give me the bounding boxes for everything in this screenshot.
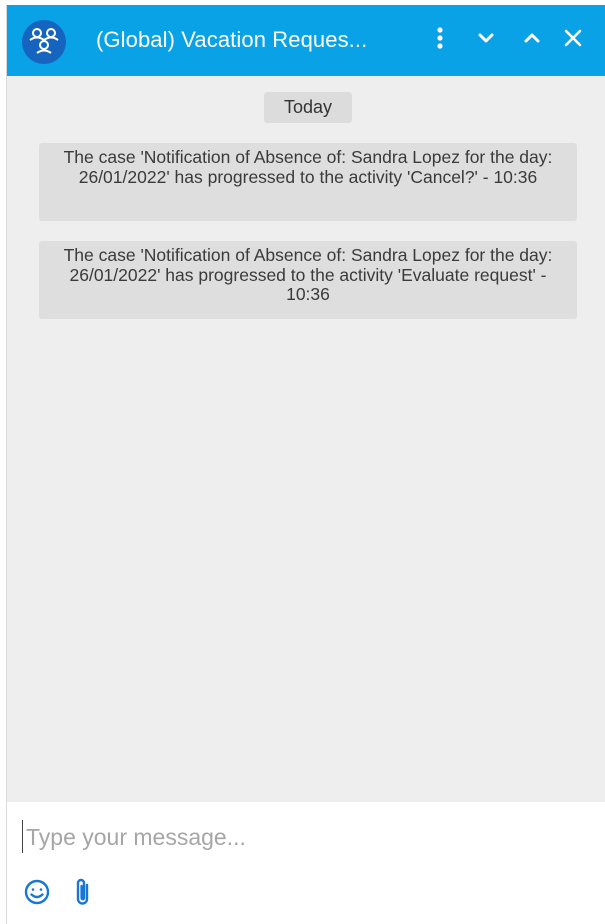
group-avatar bbox=[22, 20, 66, 64]
system-message: The case 'Notification of Absence of: Sa… bbox=[39, 241, 577, 319]
system-message-text: The case 'Notification of Absence of: Sa… bbox=[63, 147, 553, 187]
close-icon bbox=[563, 28, 583, 53]
attach-button[interactable] bbox=[67, 877, 99, 911]
text-cursor bbox=[22, 820, 23, 853]
date-separator: Today bbox=[264, 92, 352, 123]
maximize-button[interactable] bbox=[515, 23, 549, 57]
more-options-button[interactable] bbox=[423, 23, 457, 57]
attachment-icon bbox=[74, 876, 92, 913]
chat-header: (Global) Vacation Reques... bbox=[7, 5, 605, 76]
system-message: The case 'Notification of Absence of: Sa… bbox=[39, 143, 577, 221]
message-composer bbox=[7, 802, 605, 924]
chat-window: (Global) Vacation Reques... Today The ca… bbox=[6, 5, 605, 924]
message-input[interactable] bbox=[24, 816, 588, 858]
minimize-button[interactable] bbox=[469, 23, 503, 57]
system-message-text: The case 'Notification of Absence of: Sa… bbox=[63, 245, 553, 304]
emoji-icon bbox=[23, 878, 51, 911]
emoji-button[interactable] bbox=[21, 877, 53, 911]
close-button[interactable] bbox=[556, 23, 590, 57]
group-icon bbox=[27, 23, 61, 62]
chat-title: (Global) Vacation Reques... bbox=[96, 27, 368, 52]
chevron-down-icon bbox=[477, 31, 495, 49]
more-vert-icon bbox=[436, 26, 444, 55]
message-list[interactable]: Today The case 'Notification of Absence … bbox=[7, 76, 605, 802]
chevron-up-icon bbox=[523, 31, 541, 49]
